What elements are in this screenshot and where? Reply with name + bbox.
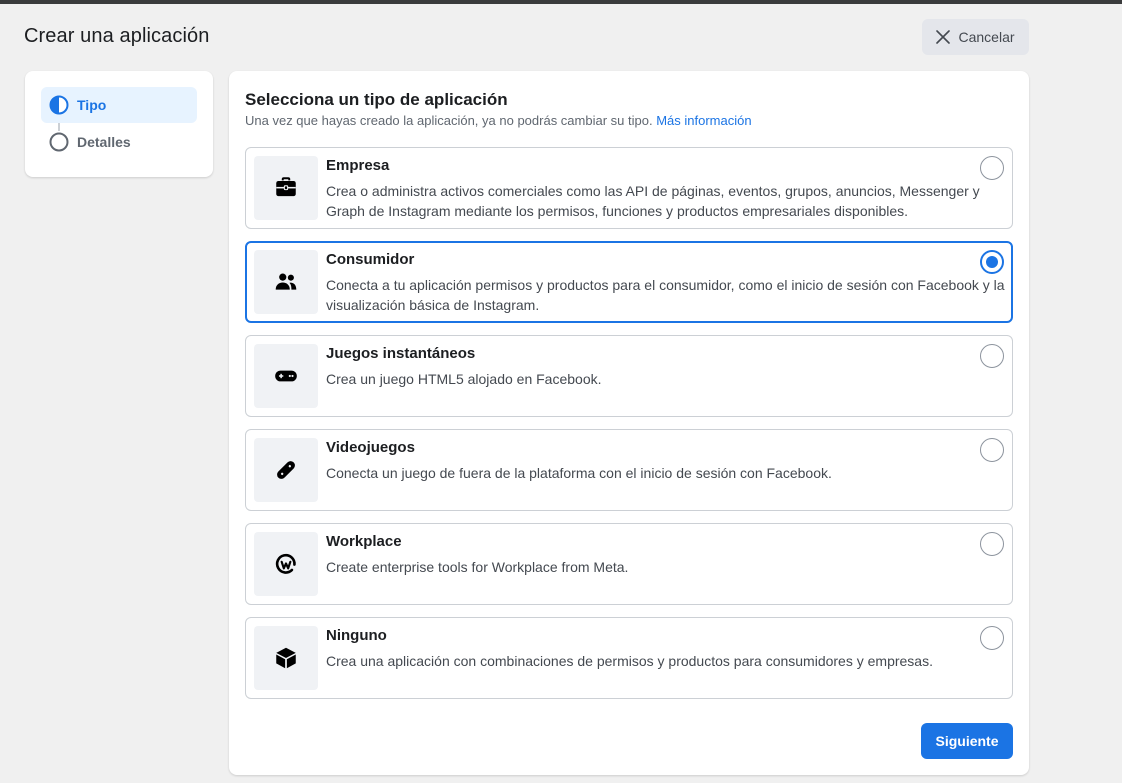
option-radio[interactable] [980,626,1004,650]
option-description: Crea o administra activos comerciales co… [326,183,980,219]
app-type-panel: Selecciona un tipo de aplicación Una vez… [229,71,1029,775]
briefcase-icon [276,177,296,197]
option-radio-selected[interactable] [980,250,1004,274]
subtitle-text: Una vez que hayas creado la aplicación, … [245,113,653,128]
option-radio[interactable] [980,344,1004,368]
option-icon-box [254,626,318,690]
cancel-button[interactable]: Cancelar [922,19,1029,55]
option-juegos-instantaneos[interactable]: Juegos instantáneos Crea un juego HTML5 … [245,335,1013,417]
option-description: Create enterprise tools for Workplace fr… [326,559,629,575]
option-description: Crea un juego HTML5 alojado en Facebook. [326,371,602,387]
empty-circle-icon [49,132,69,152]
option-radio[interactable] [980,532,1004,556]
more-info-link[interactable]: Más información [656,113,751,128]
page-title: Crear una aplicación [24,25,210,47]
cube-icon [276,647,296,669]
option-description: Crea una aplicación con combinaciones de… [326,653,933,669]
workplace-icon [275,553,296,574]
option-title: Videojuegos [326,439,415,456]
people-icon [275,273,297,290]
option-icon-box [254,438,318,502]
steps-panel: Tipo Detalles [25,71,213,177]
option-radio[interactable] [980,438,1004,462]
next-button[interactable]: Siguiente [921,723,1013,759]
close-icon [936,30,951,44]
option-icon-box [254,532,318,596]
option-icon-box [254,156,318,220]
option-icon-box [254,344,318,408]
option-videojuegos[interactable]: Videojuegos Conecta un juego de fuera de… [245,429,1013,511]
option-title: Consumidor [326,251,415,268]
game-controller-icon [277,461,295,479]
gamepad-icon [275,370,297,382]
step-tipo[interactable]: Tipo [41,87,197,123]
half-circle-icon [49,95,69,115]
option-empresa[interactable]: Empresa Crea o administra activos comerc… [245,147,1013,229]
option-title: Workplace [326,533,402,550]
option-workplace[interactable]: Workplace Create enterprise tools for Wo… [245,523,1013,605]
option-description: Conecta un juego de fuera de la platafor… [326,465,832,481]
option-consumidor[interactable]: Consumidor Conecta a tu aplicación permi… [245,241,1013,323]
option-title: Empresa [326,157,390,174]
option-description: Conecta a tu aplicación permisos y produ… [326,277,1005,313]
option-icon-box [254,250,318,314]
step-detalles[interactable]: Detalles [41,124,197,160]
section-title: Selecciona un tipo de aplicación [245,90,508,109]
top-bar [0,0,1122,4]
option-radio[interactable] [980,156,1004,180]
option-title: Ninguno [326,627,387,644]
cancel-button-label: Cancelar [958,29,1015,45]
section-subtitle: Una vez que hayas creado la aplicación, … [245,113,752,128]
step-label: Tipo [77,97,107,113]
step-label: Detalles [77,134,131,150]
option-title: Juegos instantáneos [326,345,476,362]
option-ninguno[interactable]: Ninguno Crea una aplicación con combinac… [245,617,1013,699]
